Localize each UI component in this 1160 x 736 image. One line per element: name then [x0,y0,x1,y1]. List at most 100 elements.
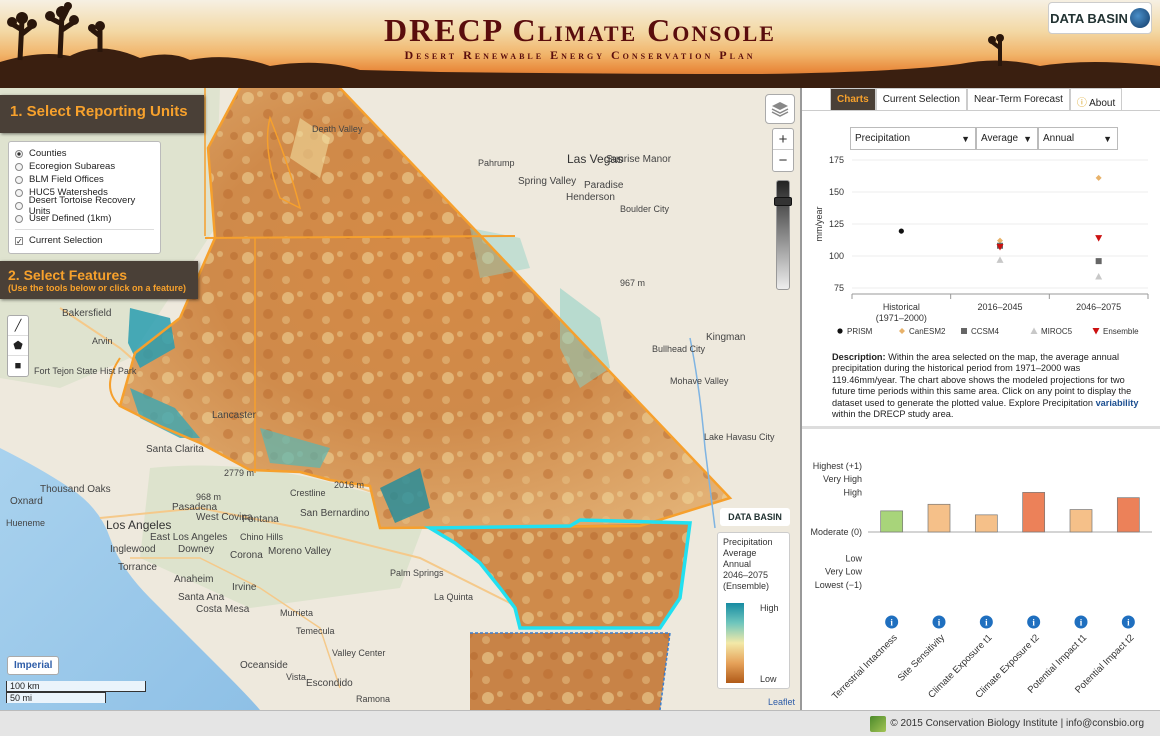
place-torrance: Torrance [118,562,157,573]
side-divider [802,426,1160,429]
imperial-button[interactable]: Imperial [7,656,60,675]
place-arvin: Arvin [92,336,113,346]
map-legend: Precipitation Average Annual 2046–2075 (… [717,532,790,689]
unit-option-ecoregion[interactable]: Ecoregion Subareas [15,160,154,173]
chevron-down-icon: ▼ [961,134,970,144]
data-point [996,256,1004,263]
variable-select[interactable]: Precipitation ▼ [850,127,976,150]
place-mohave-valley: Mohave Valley [670,376,729,386]
opacity-slider-handle[interactable] [774,197,792,206]
layers-button[interactable] [765,94,795,124]
tab-current-selection[interactable]: Current Selection [875,88,967,110]
season-select-value: Annual [1043,133,1075,144]
y-tick-label: Moderate (0) [810,527,862,537]
footer-text: © 2015 Conservation Biology Institute | … [890,718,1144,729]
info-icon: ⓘ [1076,98,1090,109]
bar [880,510,904,533]
current-selection-toggle[interactable]: ✓ Current Selection [15,234,154,247]
legend-period: 2046–2075 [723,570,769,580]
radio-icon[interactable] [15,162,23,171]
statistic-select[interactable]: Average ▼ [976,127,1038,150]
unit-label: Counties [29,148,67,159]
legend-variable: Precipitation [723,537,773,547]
footer: © 2015 Conservation Biology Institute | … [0,710,1160,736]
scale-bar: 100 km 50 mi [6,681,156,703]
zoom-in-button[interactable]: + [773,129,793,150]
tab-near-term-forecast[interactable]: Near-Term Forecast [966,88,1070,110]
place-palm-springs: Palm Springs [390,568,444,578]
radio-icon[interactable] [15,214,23,223]
reporting-units-panel: Counties Ecoregion Subareas BLM Field Of… [8,141,161,254]
legend-databasin-logo[interactable]: DATA BASIN [720,508,790,526]
bar [974,514,998,533]
radio-icon[interactable] [15,188,23,197]
description-lead: Description: [832,352,886,362]
place-la-quinta: La Quinta [434,592,474,602]
tab-charts[interactable]: Charts [830,88,876,110]
databasin-logo[interactable]: DATA BASIN [1048,2,1152,34]
elevation-2779: 2779 m [224,468,255,478]
place-hueneme: Hueneme [6,518,46,528]
draw-rectangle-icon[interactable]: ■ [8,356,28,376]
description-tail: within the DRECP study area. [832,409,954,420]
tab-about[interactable]: ⓘ About [1069,88,1123,110]
scale-km: 100 km [6,681,146,692]
select-features-title: 2. Select Features (Use the tools below … [0,261,198,299]
radio-icon[interactable] [15,201,23,210]
tab-about-label: About [1089,98,1116,109]
legend-entry: CCSM4 [971,327,1000,336]
select-features-heading: 2. Select Features [8,267,128,283]
place-anaheim: Anaheim [174,574,214,585]
y-axis-label: mm/year [814,206,824,241]
unit-option-counties[interactable]: Counties [15,147,154,160]
legend-model: (Ensemble) [723,581,770,591]
zoom-out-button[interactable]: − [773,150,793,171]
place-irvine: Irvine [232,582,257,593]
place-oceanside: Oceanside [240,660,288,671]
place-oxnard: Oxnard [10,496,43,507]
variability-link[interactable]: variability [1096,398,1139,408]
layers-icon [771,102,789,117]
unit-option-blm[interactable]: BLM Field Offices [15,173,154,186]
place-chino-hills: Chino Hills [240,532,284,542]
bar [1116,497,1140,533]
databasin-logo-text: DATA BASIN [1050,10,1128,26]
cbi-logo-icon [870,715,887,732]
place-bullhead-city: Bullhead City [652,344,706,354]
globe-icon [1129,8,1150,28]
unit-option-tortoise[interactable]: Desert Tortoise Recovery Units [15,195,154,217]
unit-label: User Defined (1km) [29,213,112,224]
draw-toolbar: ╱ ⬟ ■ [7,315,29,377]
map-view[interactable]: Death Valley Pahrump Las Vegas Sunrise M… [0,88,800,710]
legend-low: Low [760,674,777,684]
x-tick-label: (1971–2000) [876,313,927,323]
place-spring-valley: Spring Valley [518,176,577,187]
chevron-down-icon: ▼ [1023,134,1032,144]
data-point [961,328,967,334]
season-select[interactable]: Annual ▼ [1038,127,1118,150]
legend-entry: PRISM [847,327,873,336]
bar [927,503,951,533]
draw-polygon-icon[interactable]: ⬟ [8,336,28,356]
y-tick-label: 75 [834,283,844,293]
draw-line-icon[interactable]: ╱ [8,316,28,336]
checkbox-icon[interactable]: ✓ [15,236,23,245]
y-tick-label: 150 [829,187,844,197]
data-point [997,237,1003,244]
leaflet-attribution-link[interactable]: Leaflet [768,697,795,707]
legend-high: High [760,603,779,613]
data-point [898,228,904,234]
radio-icon[interactable] [15,149,23,158]
data-point [1095,258,1102,265]
bar [1069,509,1093,533]
place-vista: Vista [286,672,306,682]
place-sunrise-manor: Sunrise Manor [606,154,672,165]
legend-entry: CanESM2 [909,327,946,336]
opacity-slider[interactable] [774,180,792,290]
place-san-bernardino: San Bernardino [300,508,370,519]
chart-description: Description: Within the area selected on… [832,352,1142,420]
radio-icon[interactable] [15,175,23,184]
tab-divider [802,110,1160,111]
data-point [1030,327,1038,334]
unit-label: Ecoregion Subareas [29,161,116,172]
